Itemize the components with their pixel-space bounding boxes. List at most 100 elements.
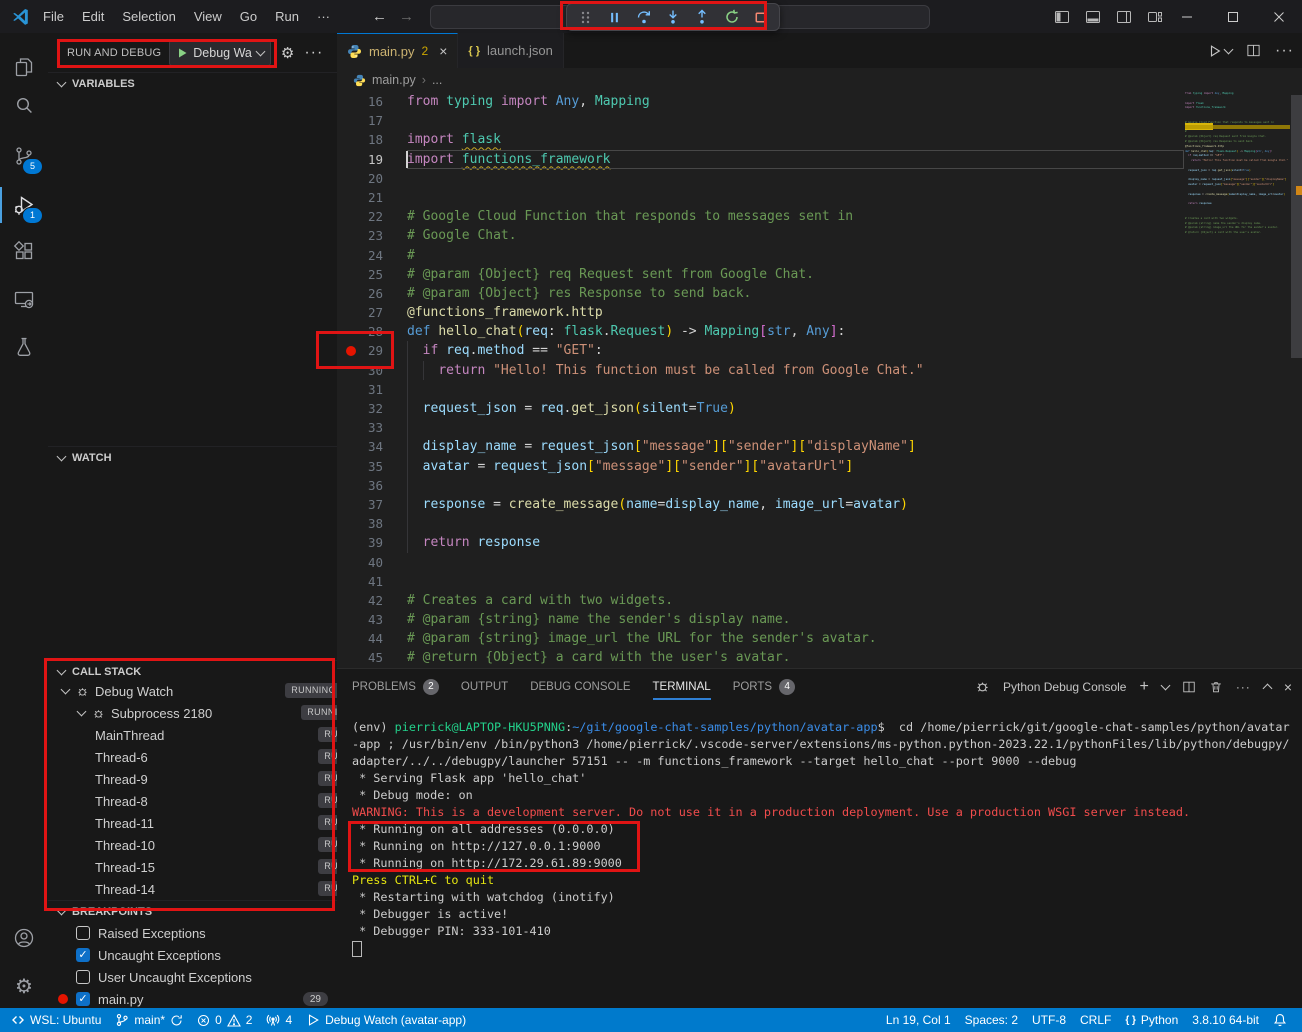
scrollbar-thumb[interactable] xyxy=(1291,95,1302,358)
code-line-34[interactable]: 34 display_name = request_json["message"… xyxy=(337,437,1302,456)
breadcrumb[interactable]: main.py › ... xyxy=(337,68,1302,92)
code-line-27[interactable]: 27@functions_framework.http xyxy=(337,303,1302,322)
toggle-panel-icon[interactable] xyxy=(1085,9,1101,25)
checkbox[interactable]: ✓ xyxy=(76,992,90,1006)
terminal-output[interactable]: (env) pierrick@LAPTOP-HKU5PNNG:~/git/goo… xyxy=(352,719,1298,1004)
new-terminal-icon[interactable]: + xyxy=(1139,678,1148,696)
tab-main-py[interactable]: main.py 2 × xyxy=(337,33,458,68)
code-area[interactable]: 16from typing import Any, Mapping1718imp… xyxy=(337,92,1302,668)
sidebar-item-source-control[interactable]: 5 xyxy=(0,137,48,175)
sidebar-item-search[interactable] xyxy=(0,87,48,125)
code-line-32[interactable]: 32 request_json = req.get_json(silent=Tr… xyxy=(337,399,1302,418)
chevron-down-icon[interactable] xyxy=(1160,680,1170,690)
call-stack-row[interactable]: MainThreadRUNNING xyxy=(48,724,384,746)
remote-indicator[interactable]: WSL: Ubuntu xyxy=(4,1008,108,1032)
drag-grip-icon[interactable] xyxy=(575,7,595,27)
section-breakpoints[interactable]: BREAKPOINTS xyxy=(48,900,337,922)
sidebar-item-extensions[interactable] xyxy=(0,233,48,271)
menu-item-[interactable]: ··· xyxy=(308,5,339,29)
code-line-23[interactable]: 23# Google Chat. xyxy=(337,226,1302,245)
call-stack-row[interactable]: Thread-14RUNNING xyxy=(48,878,384,900)
call-stack-row[interactable]: Thread-9RUNNING xyxy=(48,768,384,790)
eol-sequence[interactable]: CRLF xyxy=(1073,1008,1118,1032)
breakpoint-row[interactable]: ✓main.py29 xyxy=(48,988,337,1010)
stop-icon[interactable] xyxy=(751,7,771,27)
code-line-35[interactable]: 35 avatar = request_json["message"]["sen… xyxy=(337,457,1302,476)
menu-item-run[interactable]: Run xyxy=(266,5,308,29)
sidebar-item-remote-explorer[interactable] xyxy=(0,281,48,319)
call-stack-row[interactable]: Thread-8RUNNING xyxy=(48,790,384,812)
section-variables[interactable]: VARIABLES xyxy=(48,72,337,94)
code-line-25[interactable]: 25# @param {Object} req Request sent fro… xyxy=(337,265,1302,284)
editor-scrollbar[interactable] xyxy=(1291,92,1302,668)
back-icon[interactable]: ← xyxy=(372,8,387,25)
code-line-22[interactable]: 22# Google Cloud Function that responds … xyxy=(337,207,1302,226)
breakpoint-row[interactable]: User Uncaught Exceptions xyxy=(48,966,337,988)
code-line-30[interactable]: 30 return "Hello! This function must be … xyxy=(337,361,1302,380)
code-line-18[interactable]: 18import flask xyxy=(337,130,1302,149)
section-watch[interactable]: WATCH xyxy=(48,446,337,468)
code-line-33[interactable]: 33 xyxy=(337,418,1302,437)
launch-config-dropdown[interactable]: Debug Wa xyxy=(169,40,271,66)
menu-item-go[interactable]: Go xyxy=(231,5,266,29)
step-out-icon[interactable] xyxy=(692,7,712,27)
code-line-19[interactable]: 19import functions_framework xyxy=(337,150,1302,169)
breadcrumb-file[interactable]: main.py xyxy=(372,73,416,87)
debug-session-status[interactable]: Debug Watch (avatar-app) xyxy=(299,1008,473,1032)
call-stack-row[interactable]: Thread-11RUNNING xyxy=(48,812,384,834)
git-branch-status[interactable]: main* xyxy=(108,1008,190,1032)
panel-more-actions-icon[interactable]: ··· xyxy=(1236,680,1251,694)
breadcrumb-symbol[interactable]: ... xyxy=(432,73,442,87)
menu-item-file[interactable]: File xyxy=(34,5,73,29)
code-line-45[interactable]: 45# @return {Object} a card with the use… xyxy=(337,648,1302,667)
more-actions-icon[interactable]: ··· xyxy=(1275,42,1294,60)
language-mode[interactable]: { } Python xyxy=(1118,1008,1185,1032)
call-stack-row[interactable]: Subprocess 2180RUNNING xyxy=(48,702,367,724)
code-line-31[interactable]: 31 xyxy=(337,380,1302,399)
views-more-actions-icon[interactable]: ··· xyxy=(304,44,323,62)
code-line-44[interactable]: 44# @param {string} image_url the URL fo… xyxy=(337,629,1302,648)
close-tab-icon[interactable]: × xyxy=(439,43,447,59)
customize-layout-icon[interactable] xyxy=(1147,9,1163,25)
toggle-sidebar-icon[interactable] xyxy=(1054,9,1070,25)
accounts-icon[interactable] xyxy=(0,919,48,957)
panel-tab-problems[interactable]: PROBLEMS2 xyxy=(352,669,439,704)
call-stack-row[interactable]: Thread-10RUNNING xyxy=(48,834,384,856)
split-editor-icon[interactable] xyxy=(1246,43,1261,58)
code-line-16[interactable]: 16from typing import Any, Mapping xyxy=(337,92,1302,111)
sidebar-item-testing[interactable] xyxy=(0,328,48,366)
run-python-file-button[interactable] xyxy=(1208,44,1232,58)
problems-status[interactable]: 0 2 xyxy=(190,1008,259,1032)
sidebar-item-explorer[interactable] xyxy=(0,49,48,87)
menu-item-edit[interactable]: Edit xyxy=(73,5,113,29)
kill-terminal-icon[interactable] xyxy=(1209,680,1223,694)
forward-icon[interactable]: → xyxy=(399,8,414,25)
code-line-41[interactable]: 41 xyxy=(337,572,1302,591)
code-line-36[interactable]: 36 xyxy=(337,476,1302,495)
checkbox[interactable] xyxy=(76,970,90,984)
debug-settings-gear-icon[interactable]: ⚙ xyxy=(281,44,294,62)
maximize-panel-icon[interactable] xyxy=(1262,683,1272,693)
minimize-button[interactable] xyxy=(1164,0,1210,33)
terminal-instance-label[interactable]: Python Debug Console xyxy=(1003,680,1126,694)
notifications-bell-icon[interactable] xyxy=(1266,1008,1294,1032)
call-stack-row[interactable]: Thread-15RUNNING xyxy=(48,856,384,878)
code-line-29[interactable]: 29 if req.method == "GET": xyxy=(337,341,1302,360)
forwarded-ports-status[interactable]: 4 xyxy=(259,1008,299,1032)
python-interpreter[interactable]: 3.8.10 64-bit xyxy=(1185,1008,1266,1032)
panel-tab-output[interactable]: OUTPUT xyxy=(461,669,508,704)
checkbox[interactable] xyxy=(76,926,90,940)
maximize-button[interactable] xyxy=(1210,0,1256,33)
call-stack-row[interactable]: Debug WatchRUNNING xyxy=(48,680,351,702)
code-line-38[interactable]: 38 xyxy=(337,514,1302,533)
checkbox[interactable]: ✓ xyxy=(76,948,90,962)
panel-tab-debug-console[interactable]: DEBUG CONSOLE xyxy=(530,669,630,704)
toggle-secondary-sidebar-icon[interactable] xyxy=(1116,9,1132,25)
section-call-stack[interactable]: CALL STACK xyxy=(48,660,337,682)
split-terminal-icon[interactable] xyxy=(1182,680,1196,694)
code-line-40[interactable]: 40 xyxy=(337,553,1302,572)
code-line-28[interactable]: 28def hello_chat(req: flask.Request) -> … xyxy=(337,322,1302,341)
code-line-37[interactable]: 37 response = create_message(name=displa… xyxy=(337,495,1302,514)
restart-icon[interactable] xyxy=(722,7,742,27)
step-into-icon[interactable] xyxy=(663,7,683,27)
